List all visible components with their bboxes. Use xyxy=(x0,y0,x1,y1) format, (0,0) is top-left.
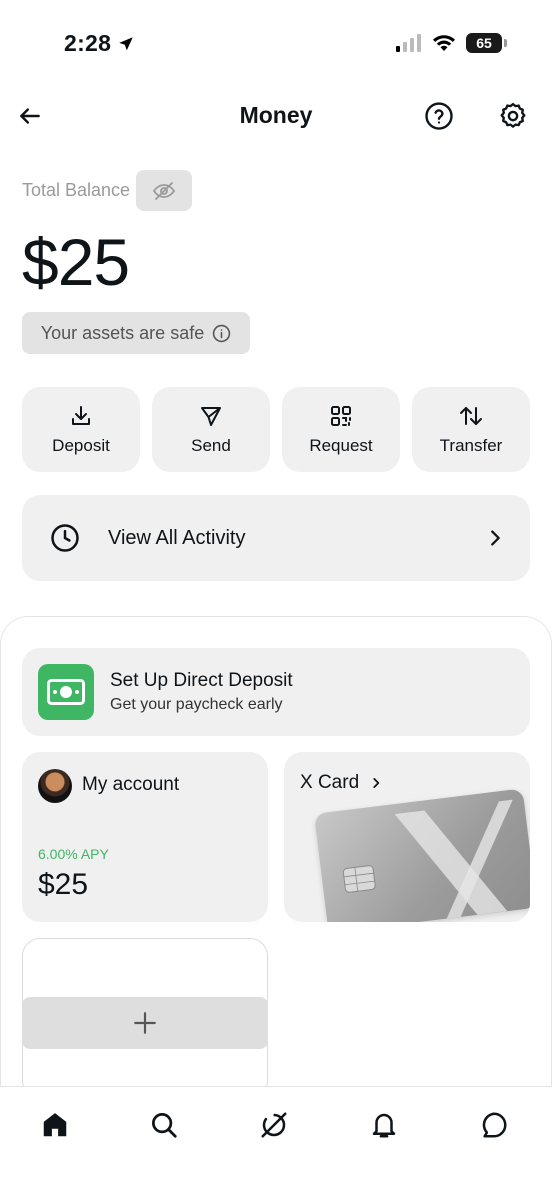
view-all-activity-label: View All Activity xyxy=(108,526,246,549)
assets-safe-text: Your assets are safe xyxy=(40,322,205,343)
bell-icon xyxy=(372,1113,396,1138)
settings-button[interactable] xyxy=(495,98,531,134)
clock-text: 2:28 xyxy=(64,30,112,56)
direct-deposit-text: Set Up Direct Deposit Get your paycheck … xyxy=(110,670,293,714)
request-label: Request xyxy=(309,435,373,455)
transfer-button[interactable]: Transfer xyxy=(412,387,530,472)
battery-indicator: 65 xyxy=(466,33,507,53)
page-title: Money xyxy=(239,102,313,128)
account-balance: $25 xyxy=(38,868,89,901)
cash-icon xyxy=(38,664,94,720)
search-icon xyxy=(152,1113,177,1138)
send-icon xyxy=(201,406,221,426)
location-arrow-icon xyxy=(119,36,133,50)
tab-messages[interactable] xyxy=(472,1103,516,1147)
grok-icon xyxy=(261,1112,287,1138)
action-buttons: Deposit Send Request Transfer xyxy=(22,387,530,472)
x-card-title: X Card xyxy=(300,772,360,793)
x-card-image xyxy=(314,788,530,922)
header: Money xyxy=(0,90,552,142)
messages-icon xyxy=(482,1112,507,1138)
add-account-button[interactable] xyxy=(22,997,268,1049)
chevron-right-icon xyxy=(491,530,500,546)
direct-deposit-title: Set Up Direct Deposit xyxy=(110,670,293,691)
apy-label: 6.00% APY xyxy=(38,846,109,862)
help-icon xyxy=(425,102,453,130)
my-account-card[interactable]: My account 6.00% APY $25 xyxy=(22,752,268,922)
clock-icon xyxy=(51,524,79,552)
request-button[interactable]: Request xyxy=(282,387,400,472)
eye-off-icon xyxy=(153,181,176,200)
my-account-title: My account xyxy=(82,774,180,795)
status-time: 2:28 xyxy=(64,30,135,57)
send-label: Send xyxy=(191,435,231,455)
total-balance-amount: $25 xyxy=(22,225,130,299)
tab-grok[interactable] xyxy=(252,1103,296,1147)
tab-notifications[interactable] xyxy=(362,1103,406,1147)
tab-home[interactable] xyxy=(33,1103,77,1147)
status-bar: 2:28 65 xyxy=(0,0,552,90)
assets-safe-badge[interactable]: Your assets are safe xyxy=(22,312,250,354)
direct-deposit-subtitle: Get your paycheck early xyxy=(110,696,283,713)
hide-balance-button[interactable] xyxy=(136,170,193,211)
avatar xyxy=(38,769,72,803)
balance-label-row: Total Balance xyxy=(22,170,193,211)
plus-icon xyxy=(134,1012,156,1034)
gear-icon xyxy=(500,102,526,128)
tab-search[interactable] xyxy=(142,1103,186,1147)
chevron-right-icon xyxy=(373,778,380,788)
download-icon xyxy=(72,405,90,425)
direct-deposit-card[interactable]: Set Up Direct Deposit Get your paycheck … xyxy=(22,648,530,736)
transfer-label: Transfer xyxy=(439,435,503,455)
signal-icon xyxy=(396,34,421,52)
send-button[interactable]: Send xyxy=(152,387,270,472)
view-all-activity-row[interactable]: View All Activity xyxy=(22,495,530,581)
help-button[interactable] xyxy=(421,98,457,134)
balance-label: Total Balance xyxy=(22,180,131,200)
deposit-label: Deposit xyxy=(52,435,110,455)
wifi-icon xyxy=(433,35,455,51)
status-icons: 65 xyxy=(396,33,507,53)
bottom-tab-bar xyxy=(0,1086,552,1200)
x-card-tile[interactable]: X Card xyxy=(284,752,530,922)
info-icon xyxy=(213,324,231,342)
home-icon xyxy=(43,1113,67,1137)
qr-code-icon xyxy=(331,405,351,426)
x-card-title-row: X Card xyxy=(300,772,383,794)
deposit-button[interactable]: Deposit xyxy=(22,387,140,472)
battery-level: 65 xyxy=(476,35,492,51)
transfer-icon xyxy=(460,406,482,425)
